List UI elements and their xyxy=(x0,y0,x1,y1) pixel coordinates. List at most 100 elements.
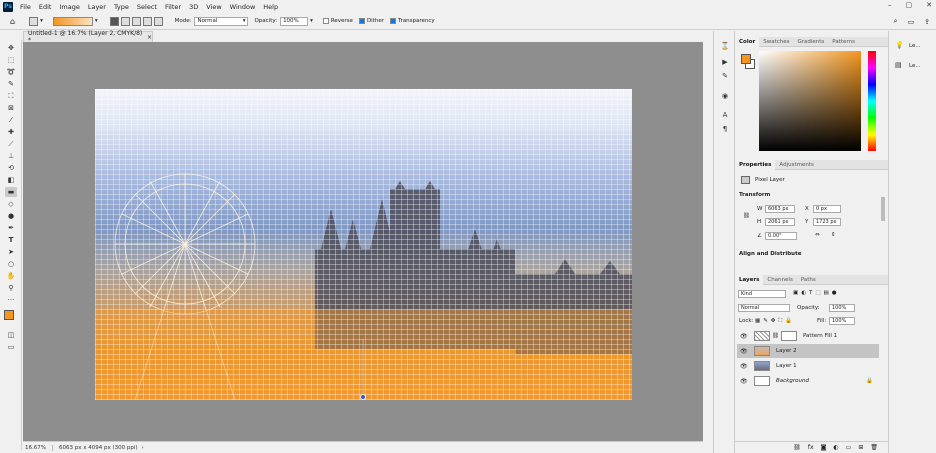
library-icon[interactable]: ▤ xyxy=(895,61,902,69)
frame-tool-icon[interactable]: ⊠ xyxy=(5,103,17,113)
path-select-tool-icon[interactable]: ➤ xyxy=(5,247,17,257)
type-tool-icon[interactable]: T xyxy=(5,235,17,245)
zoom-level[interactable]: 16.67% xyxy=(25,444,53,451)
layer-name[interactable]: Background xyxy=(776,378,809,384)
screen-mode-icon[interactable]: ▭ xyxy=(5,342,17,352)
tab-paths[interactable]: Paths xyxy=(797,277,820,283)
layer-row-background[interactable]: 👁 Background 🔒 xyxy=(737,374,879,388)
close-button[interactable]: ✕ xyxy=(926,1,932,9)
lasso-tool-icon[interactable]: ➰ xyxy=(5,67,17,77)
menu-type[interactable]: Type xyxy=(110,3,133,11)
visibility-eye-icon[interactable]: 👁 xyxy=(740,363,748,370)
menu-filter[interactable]: Filter xyxy=(161,3,185,11)
fx-icon[interactable]: fx xyxy=(808,444,814,451)
menu-edit[interactable]: Edit xyxy=(35,3,56,11)
layer-name[interactable]: Pattern Fill 1 xyxy=(803,333,837,339)
tab-layers[interactable]: Layers xyxy=(735,274,764,285)
pen-tool-icon[interactable]: ✒ xyxy=(5,223,17,233)
shape-tool-icon[interactable]: ○ xyxy=(5,259,17,269)
properties-scrollbar[interactable] xyxy=(881,197,885,221)
menu-layer[interactable]: Layer xyxy=(84,3,110,11)
lightbulb-icon[interactable]: 💡 xyxy=(895,41,904,49)
radial-gradient-icon[interactable] xyxy=(120,16,130,26)
menu-window[interactable]: Window xyxy=(226,3,260,11)
transparency-checkbox[interactable] xyxy=(390,18,396,24)
character-panel-icon[interactable]: A xyxy=(719,110,731,120)
foreground-color-swatch[interactable] xyxy=(4,310,14,320)
fill-field[interactable]: 100% xyxy=(829,317,855,325)
visibility-eye-icon[interactable]: 👁 xyxy=(740,348,748,355)
visibility-eye-icon[interactable]: 👁 xyxy=(740,333,748,340)
opacity-field[interactable]: 100% xyxy=(280,16,309,26)
document-tab[interactable]: Untitled-1 @ 16.7% (Layer 2, CMYK/8) * × xyxy=(23,30,153,44)
marquee-tool-icon[interactable]: ⬚ xyxy=(5,55,17,65)
layer-opacity-field[interactable]: 100% xyxy=(829,304,855,312)
history-panel-icon[interactable]: ⌛ xyxy=(719,41,731,51)
move-tool-icon[interactable]: ✥ xyxy=(5,43,17,53)
menu-help[interactable]: Help xyxy=(259,3,282,11)
tab-color[interactable]: Color xyxy=(735,36,760,47)
mode-select[interactable]: Normal ▾ xyxy=(194,16,249,26)
dither-checkbox[interactable] xyxy=(358,18,365,24)
quick-mask-icon[interactable]: ◫ xyxy=(5,330,17,340)
workspace-icon[interactable]: ▭ xyxy=(908,18,915,26)
link-dimensions-icon[interactable]: ⛓ xyxy=(743,213,750,219)
eraser-tool-icon[interactable]: ◧ xyxy=(5,175,17,185)
dodge-tool-icon[interactable]: ● xyxy=(5,211,17,221)
foreground-color-chip[interactable] xyxy=(741,54,751,64)
layer-row-layer-1[interactable]: 👁 Layer 1 xyxy=(737,359,879,373)
menu-file[interactable]: File xyxy=(16,3,35,11)
folder-icon[interactable]: ▭ xyxy=(846,444,852,451)
lock-icons[interactable]: ▦✎✥⛶🔒 xyxy=(755,318,795,325)
brush-tool-icon[interactable]: ⟋ xyxy=(5,139,17,149)
restore-button[interactable]: ▢ xyxy=(906,1,913,9)
menu-view[interactable]: View xyxy=(202,3,225,11)
history-brush-tool-icon[interactable]: ⟲ xyxy=(5,163,17,173)
share-icon[interactable]: ⇪ xyxy=(924,18,930,26)
brush-settings-icon[interactable]: ✎ xyxy=(719,71,731,81)
more-tools-icon[interactable]: ··· xyxy=(5,295,17,305)
zoom-tool-icon[interactable]: ⚲ xyxy=(5,283,17,293)
tab-patterns[interactable]: Patterns xyxy=(828,39,859,45)
new-layer-icon[interactable]: ⊞ xyxy=(858,444,863,451)
paragraph-panel-icon[interactable]: ¶ xyxy=(719,124,731,134)
gradient-type-buttons[interactable] xyxy=(109,16,165,26)
diamond-gradient-icon[interactable] xyxy=(153,16,163,26)
flip-vertical-icon[interactable]: ⇕ xyxy=(831,232,836,238)
reverse-checkbox[interactable] xyxy=(322,18,329,24)
clone-source-icon[interactable]: ◉ xyxy=(719,91,731,101)
document-image[interactable] xyxy=(95,89,632,400)
transform-section[interactable]: Transform xyxy=(739,192,770,198)
menu-select[interactable]: Select xyxy=(133,3,161,11)
crop-tool-icon[interactable]: ⛶ xyxy=(5,91,17,101)
hand-tool-icon[interactable]: ✋ xyxy=(5,271,17,281)
libraries-label[interactable]: Le... xyxy=(909,63,921,69)
flip-horizontal-icon[interactable]: ⇔ xyxy=(815,232,820,238)
search-icon[interactable]: ⌕ xyxy=(894,17,898,26)
menu-image[interactable]: Image xyxy=(55,3,83,11)
gradient-preview[interactable]: ▾ xyxy=(52,16,98,26)
layer-row-pattern-fill[interactable]: 👁 ⛓ Pattern Fill 1 xyxy=(737,329,879,343)
healing-brush-tool-icon[interactable]: ✚ xyxy=(5,127,17,137)
close-tab-icon[interactable]: × xyxy=(147,34,152,41)
y-field[interactable]: 1723 px xyxy=(813,218,841,226)
link-icon[interactable]: ⛓ xyxy=(793,444,801,451)
blend-mode-select[interactable]: Normal xyxy=(738,304,790,312)
layer-row-layer-2[interactable]: 👁 Layer 2 xyxy=(737,344,879,358)
tab-adjustments[interactable]: Adjustments xyxy=(775,162,817,168)
trash-icon[interactable]: 🗑 xyxy=(870,444,878,451)
linear-gradient-icon[interactable] xyxy=(109,16,119,26)
menu-3d[interactable]: 3D xyxy=(185,3,202,11)
layer-name[interactable]: Layer 1 xyxy=(776,363,797,369)
color-field[interactable] xyxy=(759,51,861,151)
mask-icon[interactable]: ◙ xyxy=(821,444,827,451)
tool-preset-picker[interactable]: ▾ xyxy=(29,16,43,26)
learn-label[interactable]: Le... xyxy=(909,43,921,49)
gradient-tool-icon[interactable]: ▬ xyxy=(5,187,17,197)
blur-tool-icon[interactable]: ◇ xyxy=(5,199,17,209)
x-field[interactable]: 0 px xyxy=(813,205,841,213)
angle-field[interactable]: 0.00° xyxy=(765,232,797,240)
clone-stamp-tool-icon[interactable]: ⊥ xyxy=(5,151,17,161)
hue-slider[interactable] xyxy=(868,51,876,151)
tab-channels[interactable]: Channels xyxy=(763,277,796,283)
